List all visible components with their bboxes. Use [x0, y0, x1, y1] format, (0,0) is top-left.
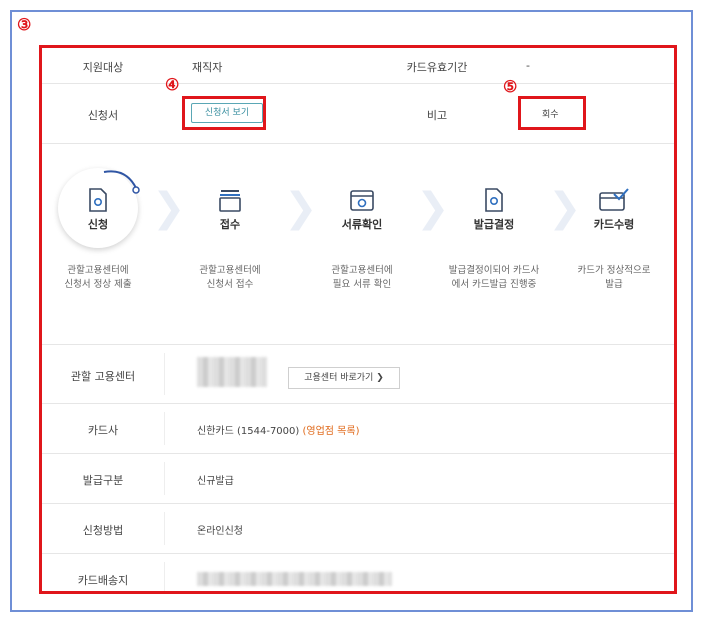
label-employment-center: 관할 고용센터	[70, 370, 136, 383]
step-title: 신청	[87, 218, 109, 231]
highlight-withdraw	[518, 96, 586, 130]
progress-steps: ❯ ❯ ❯ ❯ 신청 접수 서류확인 발급결정 카드수령 관할고용센터에 신청서…	[42, 148, 674, 348]
step-title: 카드수령	[593, 218, 635, 231]
annotation-5: ⑤	[503, 77, 518, 96]
row-card-company: 카드사 신한카드 (1544-7000) (영업점 목록)	[42, 404, 674, 454]
step-title: 발급결정	[473, 218, 515, 231]
value-card-company: 신한카드 (1544-7000) (영업점 목록)	[197, 426, 360, 437]
label-remark: 비고	[426, 109, 448, 122]
folder-icon	[219, 190, 241, 212]
row-target: 지원대상 재직자 카드유효기간 -	[42, 48, 674, 84]
value-card-validity: -	[526, 59, 530, 72]
label-card-company: 카드사	[87, 424, 119, 437]
blurred-center-name	[197, 357, 267, 387]
step-received: 접수	[170, 188, 290, 232]
row-issue-type: 발급구분 신규발급	[42, 454, 674, 504]
step-apply: 신청	[42, 188, 158, 232]
inbox-check-icon	[350, 190, 374, 211]
card-check-icon	[599, 188, 629, 211]
label-card-validity: 카드유효기간	[406, 61, 468, 74]
value-apply-method: 온라인신청	[197, 526, 243, 537]
document-icon	[89, 188, 107, 212]
step-desc-document-check: 관할고용센터에 필요 서류 확인	[331, 265, 393, 290]
step-card-received: 카드수령	[554, 188, 674, 232]
step-title: 접수	[219, 218, 241, 231]
annotation-4: ④	[165, 75, 180, 94]
row-employment-center: 관할 고용센터 고용센터 바로가기 ❯	[42, 344, 674, 404]
label-application: 신청서	[87, 109, 119, 122]
document-check-icon	[485, 188, 503, 212]
step-desc-card-received: 카드가 정상적으로 발급	[577, 265, 651, 290]
value-target: 재직자	[192, 61, 223, 74]
label-issue-type: 발급구분	[82, 474, 124, 487]
row-apply-method: 신청방법 온라인신청	[42, 504, 674, 554]
step-document-check: 서류확인	[302, 188, 422, 232]
value-issue-type: 신규발급	[197, 476, 234, 487]
label-delivery: 카드배송지	[77, 574, 129, 587]
step-title: 서류확인	[341, 218, 383, 231]
row-delivery: 카드배송지	[42, 554, 674, 591]
step-issue-decision: 발급결정	[434, 188, 554, 232]
step-desc-apply: 관할고용센터에 신청서 정상 제출	[64, 265, 132, 290]
go-to-center-button[interactable]: 고용센터 바로가기 ❯	[288, 367, 400, 389]
branch-list-link[interactable]: (영업점 목록)	[302, 426, 359, 437]
step-desc-received: 관할고용센터에 신청서 접수	[199, 265, 261, 290]
step-desc-issue-decision: 발급결정이되어 카드사 에서 카드발급 진행중	[448, 265, 540, 290]
label-apply-method: 신청방법	[82, 524, 124, 537]
blurred-delivery-address	[197, 572, 392, 586]
highlight-view-application	[182, 96, 266, 130]
annotation-3: ③	[17, 15, 32, 34]
label-target: 지원대상	[82, 61, 124, 74]
